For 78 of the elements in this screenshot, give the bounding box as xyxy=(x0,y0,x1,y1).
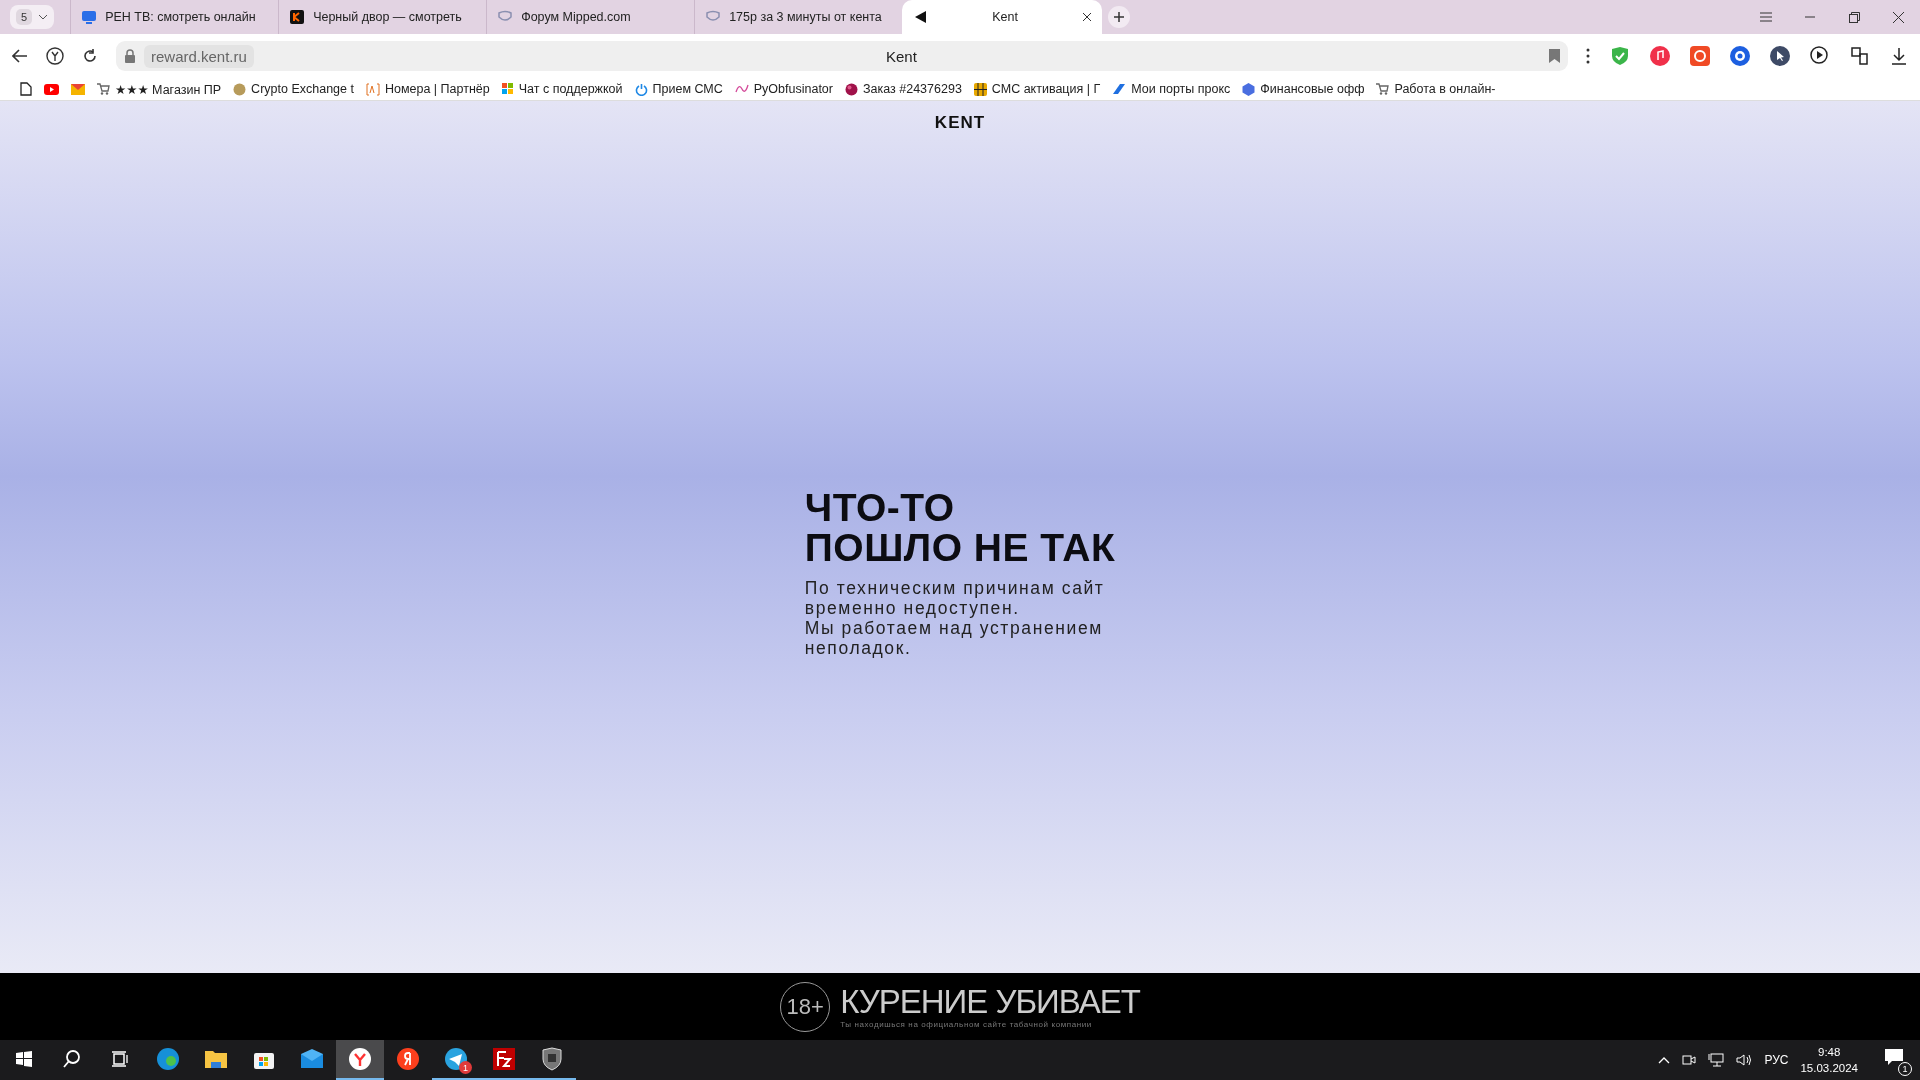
yandex-icon[interactable] xyxy=(46,47,64,65)
paper-plane-icon xyxy=(444,1047,468,1071)
address-bar[interactable]: reward.kent.ru Kent xyxy=(116,41,1568,71)
tabs-counter[interactable]: 5 xyxy=(10,5,55,29)
brand-logo[interactable]: KENT xyxy=(934,113,986,133)
coin-icon xyxy=(233,82,247,96)
search-engine-icon xyxy=(396,1047,420,1071)
back-icon[interactable] xyxy=(12,49,28,63)
browser-icon xyxy=(348,1047,372,1071)
close-icon[interactable] xyxy=(1082,12,1093,22)
chevron-up-icon[interactable] xyxy=(1658,1056,1671,1064)
menu-icon[interactable] xyxy=(1760,12,1772,22)
notification-icon xyxy=(1884,1048,1904,1066)
page-icon xyxy=(20,82,32,96)
mail-icon xyxy=(300,1049,324,1069)
music-icon[interactable] xyxy=(1650,46,1670,66)
search-icon xyxy=(62,1049,82,1069)
monitor-icon xyxy=(81,9,98,25)
sim-icon xyxy=(973,82,987,96)
unread-badge: 1 xyxy=(459,1061,472,1074)
page-title: Kent xyxy=(885,47,918,65)
app-icon xyxy=(289,9,306,25)
input-language[interactable]: РУС xyxy=(1764,1053,1789,1067)
shield-icon xyxy=(541,1047,563,1071)
ball-icon xyxy=(845,82,858,96)
warning-title: КУРЕНИЕ УБИВАЕТ xyxy=(840,984,1140,1020)
play-icon xyxy=(44,83,59,95)
clock[interactable]: 9:48 15.03.2024 xyxy=(1800,1044,1858,1076)
bracket-icon xyxy=(365,82,380,96)
cart-icon xyxy=(1376,83,1390,95)
cart-icon xyxy=(97,83,110,95)
cube-icon xyxy=(1242,82,1256,96)
k-icon xyxy=(1112,83,1127,95)
error-message: По техническим причинам сайт временно недоступен. Мы работаем над устранением неполадок. xyxy=(804,578,1106,658)
task-view-icon xyxy=(111,1051,129,1067)
folder-icon xyxy=(204,1048,228,1070)
url-text: reward.kent.ru xyxy=(144,44,254,68)
bookmark-link[interactable]: Номера | Партнёр xyxy=(365,82,490,96)
extensions-icon[interactable] xyxy=(1850,46,1870,66)
tab-count: 5 xyxy=(16,9,33,25)
close-icon[interactable] xyxy=(1892,11,1904,23)
browser-tab[interactable]: Kent xyxy=(902,0,1103,34)
bookmark-link[interactable]: Заказ #24376293 xyxy=(845,82,962,96)
camera-icon[interactable] xyxy=(1682,1053,1697,1067)
shield-icon[interactable] xyxy=(1610,46,1630,66)
script-icon xyxy=(734,83,749,95)
bookmark-link[interactable]: PyObfusinator xyxy=(734,82,833,96)
plus-icon[interactable] xyxy=(1108,6,1131,28)
lock-icon xyxy=(124,49,136,63)
bookmark-link[interactable]: Прием СМС xyxy=(634,82,723,96)
volume-icon[interactable] xyxy=(1736,1053,1753,1067)
chevron-icon xyxy=(38,12,49,22)
bookmark-title: Номера | Партнёр xyxy=(384,82,490,96)
browser-icon xyxy=(156,1047,180,1071)
bookmark-icon[interactable] xyxy=(1549,49,1560,63)
bookmark-title: Прием СМС xyxy=(652,82,723,96)
network-icon[interactable] xyxy=(1708,1053,1725,1067)
power-icon xyxy=(634,82,648,96)
error-heading: ЧТО-ТО ПОШЛО НЕ ТАК xyxy=(804,488,1116,568)
video-icon[interactable] xyxy=(1810,46,1830,66)
target-icon[interactable] xyxy=(1730,46,1750,66)
restore-icon[interactable] xyxy=(1848,11,1860,23)
windows-icon xyxy=(16,1051,32,1067)
download-icon[interactable] xyxy=(1890,47,1908,65)
mail-icon xyxy=(71,83,85,95)
warning-subtitle: Ты находишься на официальном сайте табачной компании xyxy=(840,1020,1093,1029)
taskbar-app[interactable] xyxy=(336,1040,384,1080)
cursor-icon[interactable] xyxy=(1770,46,1790,66)
bookmark-link[interactable]: Мои порты прокс xyxy=(1112,82,1231,96)
grid-icon xyxy=(501,83,514,95)
bookmark-title: Мои порты прокс xyxy=(1131,82,1231,96)
record-icon[interactable] xyxy=(1690,46,1710,66)
bookmark-title: PyObfusinator xyxy=(753,82,833,96)
reload-icon[interactable] xyxy=(82,48,98,64)
taskbar-app[interactable]: 1 xyxy=(432,1040,480,1080)
bookmark-title: Заказ #24376293 xyxy=(863,82,962,96)
more-icon[interactable] xyxy=(1586,48,1590,64)
app-icon xyxy=(493,1048,515,1070)
